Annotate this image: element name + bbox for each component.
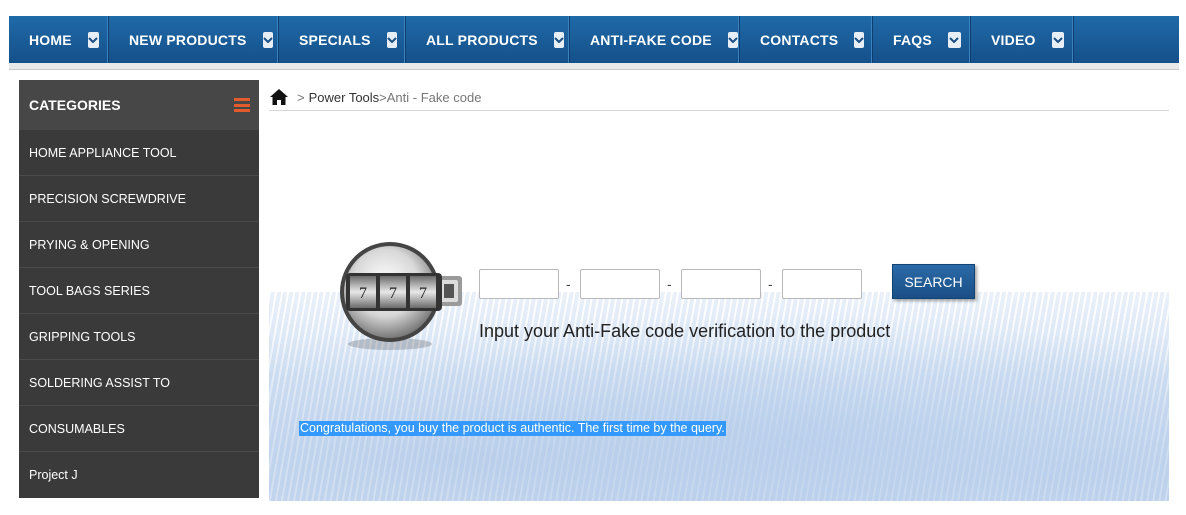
category-label: PRYING & OPENING xyxy=(29,237,150,252)
nav-item-video[interactable]: VIDEO xyxy=(971,16,1074,63)
breadcrumb-separator: > xyxy=(379,89,387,105)
category-item[interactable]: PRYING & OPENING xyxy=(19,222,259,268)
chevron-down-icon[interactable] xyxy=(727,31,738,48)
category-label: TOOL BAGS SERIES xyxy=(29,283,150,298)
category-label: HOME APPLIANCE TOOL xyxy=(29,145,177,160)
nav-label: HOME xyxy=(29,31,72,48)
combination-lock-icon: 7 7 7 xyxy=(340,242,462,350)
category-item[interactable]: Project J xyxy=(19,452,259,498)
category-item[interactable]: HOME APPLIANCE TOOL xyxy=(19,130,259,176)
nav-divider xyxy=(9,63,1179,70)
breadcrumb: > Power Tools > Anti - Fake code xyxy=(269,84,1169,111)
home-icon[interactable] xyxy=(269,88,289,106)
nav-label: NEW PRODUCTS xyxy=(129,31,247,48)
lock-digit: 7 xyxy=(389,285,397,302)
verification-result: Congratulations, you buy the product is … xyxy=(299,421,726,436)
category-item[interactable]: TOOL BAGS SERIES xyxy=(19,268,259,314)
code-input-3[interactable] xyxy=(681,269,761,299)
nav-label: ANTI-FAKE CODE xyxy=(590,31,712,48)
nav-item-anti-fake-code[interactable]: ANTI-FAKE CODE xyxy=(570,16,740,63)
code-input-2[interactable] xyxy=(580,269,660,299)
chevron-down-icon[interactable] xyxy=(854,31,865,48)
nav-item-specials[interactable]: SPECIALS xyxy=(279,16,406,63)
category-label: GRIPPING TOOLS xyxy=(29,329,136,344)
category-item[interactable]: PRECISION SCREWDRIVE xyxy=(19,176,259,222)
breadcrumb-link-power-tools[interactable]: Power Tools xyxy=(309,90,380,105)
nav-item-faqs[interactable]: FAQS xyxy=(873,16,971,63)
category-label: CONSUMABLES xyxy=(29,421,125,436)
menu-icon[interactable] xyxy=(234,98,250,112)
nav-label: CONTACTS xyxy=(760,31,839,48)
code-dash: - xyxy=(566,276,571,292)
categories-sidebar: CATEGORIES HOME APPLIANCE TOOL PRECISION… xyxy=(19,80,259,498)
breadcrumb-current: Anti - Fake code xyxy=(386,89,482,105)
category-item[interactable]: CONSUMABLES xyxy=(19,406,259,452)
nav-item-all-products[interactable]: ALL PRODUCTS xyxy=(406,16,570,63)
categories-title: CATEGORIES xyxy=(29,97,121,113)
category-item[interactable]: GRIPPING TOOLS xyxy=(19,314,259,360)
category-item[interactable]: SOLDERING ASSIST TO xyxy=(19,360,259,406)
nav-label: ALL PRODUCTS xyxy=(426,31,538,48)
code-input-1[interactable] xyxy=(479,269,559,299)
chevron-down-icon[interactable] xyxy=(553,31,564,48)
nav-item-contacts[interactable]: CONTACTS xyxy=(740,16,873,63)
chevron-down-icon[interactable] xyxy=(87,31,99,48)
breadcrumb-separator: > xyxy=(297,89,305,105)
search-button[interactable]: SEARCH xyxy=(892,264,975,299)
code-dash: - xyxy=(667,276,672,292)
main-nav: HOME NEW PRODUCTS SPECIALS ALL PRODUCTS … xyxy=(9,16,1179,63)
chevron-down-icon[interactable] xyxy=(262,31,273,48)
nav-label: VIDEO xyxy=(991,31,1036,48)
lock-digit: 7 xyxy=(419,285,427,302)
code-dash: - xyxy=(768,276,773,292)
nav-label: SPECIALS xyxy=(299,31,371,48)
nav-item-home[interactable]: HOME xyxy=(9,16,109,63)
lock-digit: 7 xyxy=(359,285,367,302)
nav-item-new-products[interactable]: NEW PRODUCTS xyxy=(109,16,279,63)
code-input-4[interactable] xyxy=(782,269,862,299)
chevron-down-icon[interactable] xyxy=(947,31,961,48)
nav-label: FAQS xyxy=(893,31,932,48)
chevron-down-icon[interactable] xyxy=(386,31,397,48)
anti-fake-hint: Input your Anti-Fake code verification t… xyxy=(479,321,891,341)
category-label: Project J xyxy=(29,468,78,482)
category-label: PRECISION SCREWDRIVE xyxy=(29,191,186,206)
chevron-down-icon[interactable] xyxy=(1051,31,1064,48)
categories-header[interactable]: CATEGORIES xyxy=(19,80,259,130)
category-label: SOLDERING ASSIST TO xyxy=(29,375,171,390)
